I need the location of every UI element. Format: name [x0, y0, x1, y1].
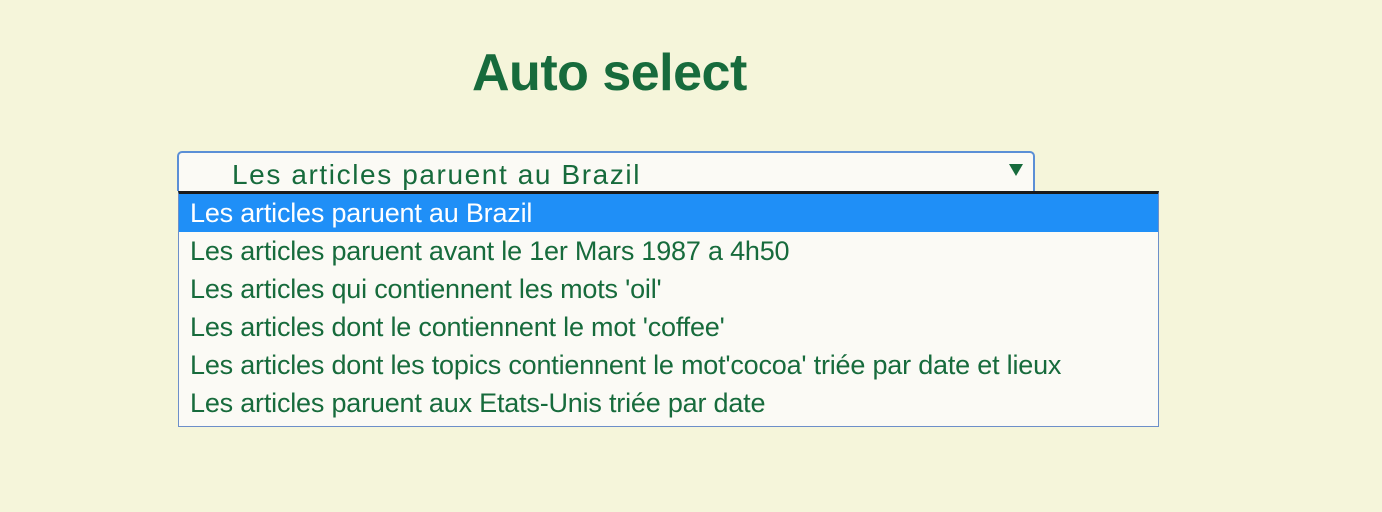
dropdown-option[interactable]: Les articles dont les topics contiennent…	[179, 346, 1158, 384]
page-title: Auto select	[472, 44, 747, 102]
dropdown-option[interactable]: Les articles paruent avant le 1er Mars 1…	[179, 232, 1158, 270]
dropdown-option[interactable]: Les articles paruent au Brazil	[179, 194, 1158, 232]
select-current-value: Les articles paruent au Brazil	[232, 159, 642, 190]
dropdown-option[interactable]: Les articles dont le contiennent le mot …	[179, 308, 1158, 346]
dropdown-option[interactable]: Les articles paruent aux Etats-Unis trié…	[179, 384, 1158, 422]
dropdown-option[interactable]: Les articles qui contiennent les mots 'o…	[179, 270, 1158, 308]
chevron-down-icon[interactable]	[1009, 164, 1023, 176]
auto-select-dropdown[interactable]: Les articles paruent au Brazil	[177, 151, 1035, 191]
dropdown-options-list: Les articles paruent au Brazil Les artic…	[178, 191, 1159, 427]
